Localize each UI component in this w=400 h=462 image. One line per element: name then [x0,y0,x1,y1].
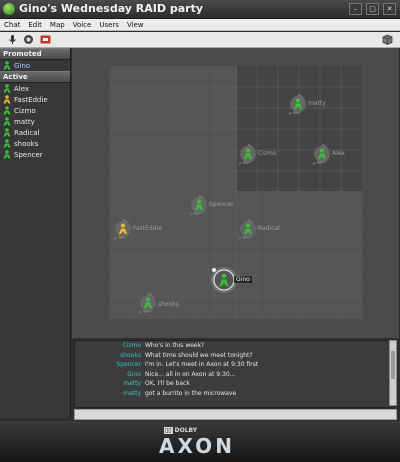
title-bar: Gino's Wednesday RAID party – □ ✕ [0,0,400,19]
menu-map[interactable]: Map [50,21,65,29]
user-item-matty[interactable]: matty [0,116,70,127]
avatar-marker-icon [189,195,207,216]
chat-text: got a burrito in the microwave [145,389,237,397]
user-item-gino[interactable]: Gino [0,60,70,71]
toolbar [0,32,400,48]
user-name: Spencer [14,150,43,159]
person-icon [3,128,11,137]
chat-message: shooks What time should we meet tonight? [75,351,389,361]
chat-sender: Gino [127,370,141,378]
chat-log[interactable]: Cizmo Who's in this week? shooks What time… [74,340,390,408]
chat-text: Nice... all in on Axon at 9:30... [145,370,236,378]
user-item-cizmo[interactable]: Cizmo [0,105,70,116]
person-icon [3,150,11,159]
chat-sender: matty [123,380,141,388]
avatar-label: shooks [158,301,179,308]
microphone-icon[interactable] [7,34,18,45]
dolby-logo: ▯▯ DOLBY [164,427,197,434]
user-name: matty [14,117,35,126]
user-name: shooks [14,139,39,148]
avatar-label: Alex [332,150,345,157]
chat-text: OK, I'll be back [145,380,190,388]
avatar-marker-icon [312,144,330,165]
avatar-marker-icon [238,144,256,165]
person-icon [3,106,11,115]
chat-sender: Cizmo [122,342,141,350]
avatar-marker-icon [113,219,131,240]
menu-chat[interactable]: Chat [4,21,20,29]
user-name: Alex [14,84,30,93]
user-item-fasteddie[interactable]: FastEddie [0,94,70,105]
map-avatar-matty[interactable] [286,92,310,116]
chat-sender: shooks [120,351,141,359]
chat-text: I'm in. Let's meet in Axon at 9:30 first [145,361,259,369]
user-name: FastEddie [14,95,48,104]
map-avatar-shooks[interactable] [136,291,160,315]
chat-input[interactable] [74,409,397,420]
user-item-shooks[interactable]: shooks [0,138,70,149]
user-sidebar: Promoted Gino Active Alex FastEddie Cizm… [0,48,71,418]
person-icon [3,95,11,104]
dolby-text: DOLBY [174,427,198,434]
avatar-marker-icon [138,293,156,314]
avatar-marker-icon [238,219,256,240]
user-name: Radical [14,128,40,137]
person-icon [3,84,11,93]
avatar-label: Gino [234,276,252,283]
menu-bar: Chat Edit Map Voice Users View [0,19,400,31]
axon-logo: AXON [159,434,235,458]
box-icon[interactable] [382,34,393,45]
person-icon [3,117,11,126]
avatar-marker-icon [288,94,306,115]
chat-scrollbar[interactable] [389,340,397,406]
scrollbar-thumb[interactable] [391,351,395,379]
map-avatar-alex[interactable] [310,142,334,166]
menu-edit[interactable]: Edit [28,21,42,29]
chat-sender: Spencer [116,361,141,369]
app-icon [3,3,15,15]
menu-users[interactable]: Users [99,21,119,29]
chat-message: matty OK, I'll be back [75,379,389,389]
menu-view[interactable]: View [127,21,144,29]
user-item-radical[interactable]: Radical [0,127,70,138]
close-button[interactable]: ✕ [383,3,396,15]
mute-icon[interactable] [40,34,51,45]
avatar-label: Radical [258,225,280,232]
avatar-label: Cizmo [258,150,277,157]
speaker-icon[interactable] [23,34,34,45]
chat-message: Gino Nice... all in on Axon at 9:30... [75,370,389,380]
user-item-alex[interactable]: Alex [0,83,70,94]
chat-message: Cizmo Who's in this week? [75,341,389,351]
minimize-button[interactable]: – [349,3,362,15]
active-header: Active [0,71,70,83]
avatar-label: matty [308,100,326,107]
promoted-header: Promoted [0,48,70,60]
map-avatar-radical[interactable] [236,217,260,241]
user-item-spencer[interactable]: Spencer [0,149,70,160]
chat-text: Who's in this week? [145,342,205,350]
chat-text: What time should we meet tonight? [145,351,253,359]
chat-sender: matty [123,389,141,397]
user-name: Gino [14,61,31,70]
maximize-button[interactable]: □ [366,3,379,15]
chat-message: matty got a burrito in the microwave [75,389,389,399]
map-avatar-fasteddie[interactable] [111,217,135,241]
chat-message: Spencer I'm in. Let's meet in Axon at 9:3… [75,360,389,370]
map-avatar-cizmo[interactable] [236,142,260,166]
dolby-mark-icon: ▯▯ [164,427,173,434]
user-name: Cizmo [14,106,36,115]
person-icon [3,61,11,70]
avatar-label: FastEddie [133,225,162,232]
avatar-label: Spencer [209,201,234,208]
map-avatar-spencer[interactable] [187,193,211,217]
window-title: Gino's Wednesday RAID party [19,2,203,15]
person-icon [3,139,11,148]
menu-voice[interactable]: Voice [73,21,92,29]
